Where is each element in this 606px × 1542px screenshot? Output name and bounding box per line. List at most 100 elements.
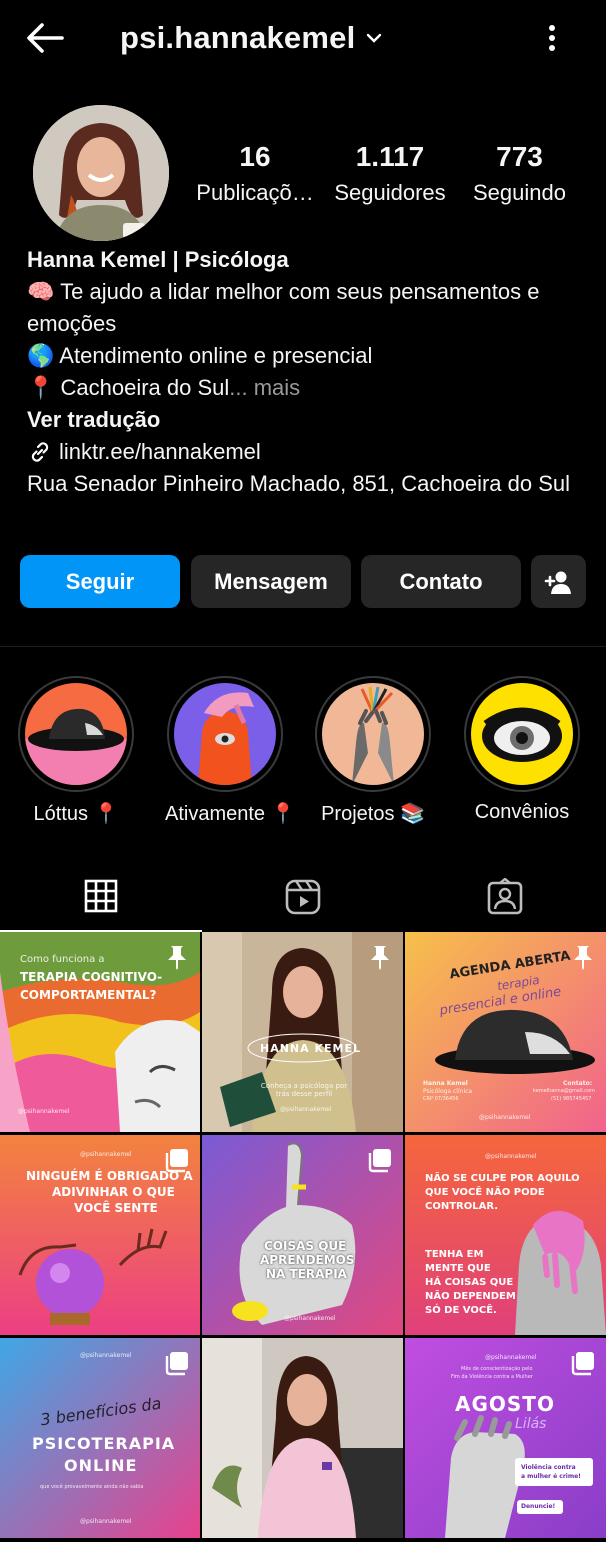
link-icon <box>31 442 49 462</box>
carousel-icon <box>165 1352 188 1376</box>
add-person-icon <box>544 571 571 594</box>
post-caption: Conheça a psicóloga por trás desse perfi… <box>260 1082 348 1098</box>
post-thumbnail[interactable]: @psihannakemel Mês de conscientização pe… <box>405 1338 606 1538</box>
highlight-cover <box>471 683 573 785</box>
post-caption: QUE VOCÊ NÃO PODE <box>425 1187 545 1198</box>
tagged-person-icon <box>487 878 523 915</box>
post-caption: CRP 07/36456 <box>423 1096 459 1102</box>
post-caption: Psicóloga clínica <box>423 1088 473 1095</box>
profile-tabs <box>0 862 606 932</box>
tab-tagged[interactable] <box>404 862 606 932</box>
section-divider <box>0 646 606 647</box>
post-caption: Contato: <box>563 1080 593 1087</box>
account-switcher[interactable]: psi.hannakemel <box>120 18 383 58</box>
post-caption: COISAS QUE <box>264 1239 347 1253</box>
bio-line-location: 📍 Cachoeira do Sul... mais <box>27 372 587 404</box>
highlight-ring <box>167 676 283 792</box>
post-thumbnail[interactable]: @psihannakemel 3 benefícios da PSICOTERA… <box>0 1338 200 1538</box>
post-caption: HÁ COISAS QUE <box>425 1277 514 1288</box>
post-caption: (51) 985745457 <box>551 1096 592 1102</box>
pinned-icon <box>371 946 389 970</box>
following-label: Seguindo <box>473 180 566 205</box>
more-options-icon[interactable] <box>538 18 566 58</box>
grid-icon <box>84 879 118 913</box>
see-translation-link[interactable]: Ver tradução <box>27 404 587 436</box>
highlight-ativamente[interactable]: Ativamente 📍 <box>165 676 296 826</box>
post-caption: MENTE QUE <box>425 1263 491 1274</box>
highlight-ring <box>315 676 431 792</box>
highlight-cover <box>322 683 424 785</box>
post-thumbnail[interactable]: COISAS QUE APRENDEMOS NA TERAPIA @psihan… <box>202 1135 403 1335</box>
tab-reels[interactable] <box>202 862 404 932</box>
post-caption: CONTROLAR. <box>425 1201 499 1212</box>
reels-icon <box>285 879 321 915</box>
post-handle: @psihannakemel <box>284 1315 336 1322</box>
stat-following[interactable]: 773 Seguindo <box>462 138 577 210</box>
post-caption: AGOSTO <box>455 1392 555 1416</box>
highlight-ring <box>18 676 134 792</box>
highlight-label: Lóttus 📍 <box>33 803 119 825</box>
back-arrow-icon[interactable] <box>22 18 70 58</box>
post-handle: @psihannakemel <box>479 1114 531 1121</box>
post-caption: PSICOTERAPIA <box>32 1434 176 1453</box>
carousel-icon <box>571 1352 594 1376</box>
post-caption: HANNA KEMEL <box>260 1042 361 1055</box>
post-thumbnail[interactable]: Como funciona a TERAPIA COGNITIVO- COMPO… <box>0 932 200 1132</box>
post-caption: ONLINE <box>64 1456 138 1475</box>
post-caption: APRENDEMOS <box>260 1253 355 1267</box>
post-caption: a mulher é crime! <box>521 1473 581 1480</box>
highlight-projetos[interactable]: Projetos 📚 <box>313 676 433 826</box>
bio-link[interactable]: linktr.ee/hannakemel <box>27 436 587 468</box>
post-caption: que você provavelmente ainda não sabia <box>40 1484 144 1490</box>
bio-line: 🧠 Te ajudo a lidar melhor com seus pensa… <box>27 279 540 336</box>
followers-label: Seguidores <box>334 180 446 205</box>
post-caption: TENHA EM <box>425 1249 484 1260</box>
profile-bio: Hanna Kemel | Psicóloga 🧠 Te ajudo a lid… <box>27 244 587 500</box>
post-caption: NA TERAPIA <box>266 1267 347 1281</box>
post-thumbnail[interactable]: @psihannakemel NÃO SE CULPE POR AQUILO Q… <box>405 1135 606 1335</box>
posts-grid: Como funciona a TERAPIA COGNITIVO- COMPO… <box>0 932 606 1538</box>
bio-more-link[interactable]: ... mais <box>229 375 300 400</box>
carousel-icon <box>165 1149 188 1173</box>
highlight-convenios[interactable]: Convênios <box>462 676 582 824</box>
chevron-down-icon <box>367 33 382 43</box>
post-thumbnail[interactable]: AGENDA ABERTA terapia presencial e onlin… <box>405 932 606 1132</box>
post-caption: Lilás <box>515 1416 547 1432</box>
contact-button[interactable]: Contato <box>361 555 521 608</box>
tab-posts-grid[interactable] <box>0 862 202 932</box>
pinned-icon <box>574 946 592 970</box>
following-count: 773 <box>496 141 543 172</box>
post-image <box>202 1338 403 1538</box>
posts-count: 16 <box>239 141 271 172</box>
message-button[interactable]: Mensagem <box>191 555 351 608</box>
post-caption: Hanna Kemel <box>423 1080 468 1087</box>
carousel-icon <box>368 1149 391 1173</box>
highlight-lottus[interactable]: Lóttus 📍 <box>16 676 136 826</box>
post-handle: @psihannakemel <box>80 1352 132 1359</box>
post-caption: kemelhanna@gmail.com <box>533 1088 595 1094</box>
post-caption: Como funciona a <box>20 954 105 965</box>
post-caption: NÃO SE CULPE POR AQUILO <box>425 1173 580 1184</box>
post-handle: @psihannakemel <box>80 1151 132 1158</box>
post-caption: Mês de conscientização pelo <box>461 1366 533 1372</box>
bio-line: 🌎 Atendimento online e presencial <box>27 343 373 368</box>
posts-label: Publicaçõ… <box>196 180 314 205</box>
post-caption: TERAPIA COGNITIVO- <box>20 970 163 984</box>
suggested-accounts-button[interactable] <box>531 555 586 608</box>
post-thumbnail[interactable]: @psihannakemel NINGUÉM É OBRIGADO A ADIV… <box>0 1135 200 1335</box>
profile-username: psi.hannakemel <box>120 20 356 55</box>
highlight-cover <box>25 683 127 785</box>
business-address[interactable]: Rua Senador Pinheiro Machado, 851, Cacho… <box>27 468 587 500</box>
post-thumbnail[interactable]: HANNA KEMEL Conheça a psicóloga por trás… <box>202 932 403 1132</box>
post-thumbnail[interactable] <box>202 1338 403 1538</box>
avatar[interactable] <box>33 105 169 241</box>
follow-button[interactable]: Seguir <box>20 555 180 608</box>
highlight-ring <box>464 676 580 792</box>
stat-followers[interactable]: 1.117 Seguidores <box>330 138 450 210</box>
pinned-icon <box>168 946 186 970</box>
highlight-label: Projetos 📚 <box>321 803 425 825</box>
highlight-label: Ativamente 📍 <box>165 803 296 825</box>
stat-posts[interactable]: 16 Publicaçõ… <box>190 138 320 210</box>
top-bar: psi.hannakemel <box>0 0 606 78</box>
highlight-cover <box>174 683 276 785</box>
